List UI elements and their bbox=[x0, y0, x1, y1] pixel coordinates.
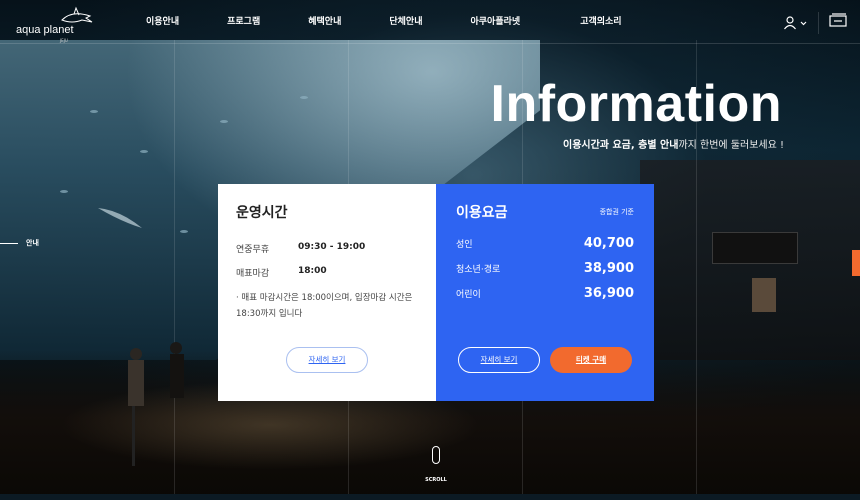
nav-item-group[interactable]: 단체안내 bbox=[389, 0, 422, 44]
fees-title: 이용요금 bbox=[456, 205, 508, 221]
fees-more-button[interactable]: 자세히 보기 bbox=[458, 347, 540, 373]
price-label: 성인 bbox=[456, 240, 473, 250]
ticket-icon bbox=[829, 13, 847, 27]
site-header: aqua planet JEJU 이용안내 프로그램 혜택안내 단체안내 아쿠아… bbox=[0, 0, 860, 44]
hours-card: 운영시간 연중무휴 09:30 - 19:00 매표마감 18:00 · 매표 … bbox=[218, 184, 436, 401]
nav-item-aquaplanet[interactable]: 아쿠아플라넷 bbox=[471, 0, 521, 44]
price-value: 36,900 bbox=[583, 286, 634, 301]
fish bbox=[300, 96, 308, 99]
user-icon[interactable] bbox=[784, 16, 808, 30]
hours-more-button[interactable]: 자세히 보기 bbox=[286, 347, 368, 373]
nav-item-usage[interactable]: 이용안내 bbox=[146, 0, 179, 44]
section-indicator: 안내 bbox=[0, 238, 39, 248]
visitors-silhouette-icon bbox=[128, 342, 184, 466]
nav-item-program[interactable]: 프로그램 bbox=[227, 0, 260, 44]
nav-item-benefits[interactable]: 혜택안내 bbox=[308, 0, 341, 44]
fish bbox=[140, 150, 148, 153]
price-row: 청소년·경로 38,900 bbox=[456, 261, 634, 276]
hours-row: 연중무휴 09:30 - 19:00 bbox=[236, 242, 418, 255]
fish bbox=[90, 110, 98, 113]
subtitle-rest: 까지 한번에 둘러보세요 ! bbox=[678, 140, 784, 151]
subtitle-bold: 이용시간과 요금, 층별 안내 bbox=[563, 140, 679, 151]
side-quick-tab[interactable] bbox=[852, 250, 860, 276]
price-label: 어린이 bbox=[456, 290, 481, 300]
exhibit-sign bbox=[712, 232, 798, 264]
buy-ticket-button[interactable]: 티켓 구매 bbox=[550, 347, 632, 373]
fees-header: 이용요금 종합권 기준 bbox=[456, 202, 634, 222]
logo-sub: JEJU bbox=[60, 38, 68, 43]
mouse-icon bbox=[432, 446, 440, 464]
hours-row-label: 연중무휴 bbox=[236, 245, 270, 255]
manta-ray-icon bbox=[98, 208, 142, 228]
exhibit-frame bbox=[752, 278, 776, 312]
fees-card: 이용요금 종합권 기준 성인 40,700 청소년·경로 38,900 어린이 … bbox=[436, 184, 654, 401]
page-subtitle: 이용시간과 요금, 층별 안내까지 한번에 둘러보세요 ! bbox=[563, 136, 784, 151]
bottom-bar bbox=[0, 494, 860, 500]
shark-logo-icon bbox=[61, 6, 93, 23]
fees-basis: 종합권 기준 bbox=[599, 208, 634, 216]
price-label: 청소년·경로 bbox=[456, 265, 501, 275]
hours-row-value: 18:00 bbox=[298, 266, 327, 276]
price-row: 어린이 36,900 bbox=[456, 286, 634, 301]
indicator-line bbox=[0, 242, 18, 244]
fish bbox=[220, 120, 228, 123]
page-title: Information bbox=[490, 75, 782, 133]
ticket-button[interactable] bbox=[818, 12, 852, 34]
nav-item-customer-voice[interactable]: 고객의소리 bbox=[580, 0, 621, 44]
fish bbox=[60, 190, 68, 193]
price-value: 38,900 bbox=[583, 261, 634, 276]
section-indicator-label: 안내 bbox=[26, 239, 39, 247]
scroll-label: SCROLL bbox=[425, 477, 447, 483]
price-value: 40,700 bbox=[583, 236, 634, 251]
hours-note: · 매표 마감시간은 18:00이으며, 입장마감 시간은 18:30까지 입니… bbox=[236, 293, 413, 319]
hours-row-label: 매표마감 bbox=[236, 269, 270, 279]
main-nav: 이용안내 프로그램 혜택안내 단체안내 아쿠아플라넷 고객의소리 bbox=[146, 0, 670, 44]
hours-title: 운영시간 bbox=[236, 205, 288, 221]
hours-row: 매표마감 18:00 bbox=[236, 266, 418, 279]
price-row: 성인 40,700 bbox=[456, 236, 634, 251]
hours-row-value: 09:30 - 19:00 bbox=[298, 242, 366, 252]
fish bbox=[180, 230, 188, 233]
scroll-indicator[interactable]: SCROLL bbox=[424, 446, 448, 485]
